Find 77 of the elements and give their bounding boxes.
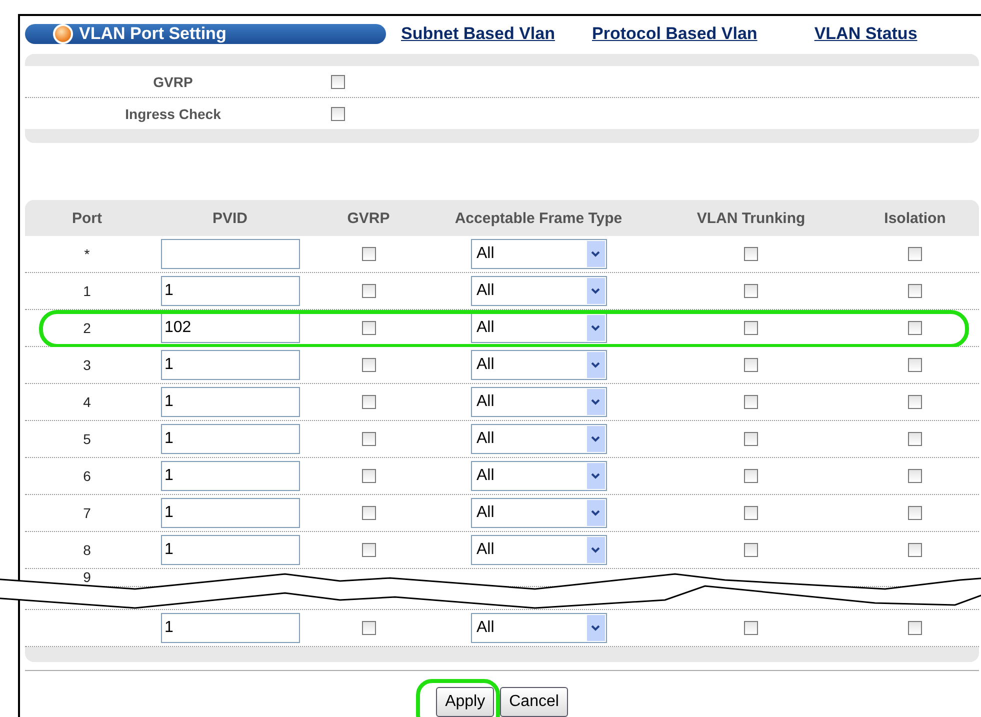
setting-label: GVRP (152, 74, 194, 90)
checkbox[interactable] (362, 247, 376, 261)
checkbox[interactable] (362, 469, 376, 483)
pvid-field[interactable]: 1 (160, 387, 300, 417)
frame-type-dropdown[interactable]: All (470, 424, 606, 454)
pvid-field[interactable]: 1 (160, 350, 300, 380)
frame-type-dropdown[interactable]: All (470, 498, 606, 528)
checkbox[interactable] (744, 543, 758, 557)
frame-type-dropdown[interactable]: All (470, 276, 606, 306)
checkbox[interactable] (908, 395, 922, 409)
port-number: 2 (83, 320, 91, 336)
checkbox[interactable] (908, 321, 922, 335)
column-header: GVRP (346, 210, 391, 226)
checkbox[interactable] (908, 284, 922, 298)
port-number: 9 (83, 569, 91, 585)
port-number: 5 (83, 431, 91, 447)
checkbox[interactable] (362, 358, 376, 372)
form-button[interactable]: Cancel (500, 687, 568, 717)
checkbox[interactable] (744, 469, 758, 483)
checkbox[interactable] (908, 621, 922, 635)
frame-type-dropdown[interactable]: All (470, 239, 606, 269)
column-header: VLAN Trunking (696, 210, 806, 226)
checkbox[interactable] (362, 321, 376, 335)
checkbox[interactable] (744, 358, 758, 372)
frame-type-dropdown[interactable]: All (470, 313, 606, 343)
form-button[interactable]: Apply (436, 687, 494, 717)
port-number: 8 (83, 542, 91, 558)
checkbox[interactable] (908, 432, 922, 446)
pvid-field[interactable]: 1 (160, 461, 300, 491)
frame-type-dropdown[interactable]: All (470, 387, 606, 417)
nav-link[interactable]: Subnet Based Vlan (401, 24, 555, 44)
checkbox[interactable] (362, 543, 376, 557)
checkbox[interactable] (362, 506, 376, 520)
pvid-field[interactable]: 1 (160, 613, 300, 643)
checkbox[interactable] (908, 358, 922, 372)
checkbox[interactable] (362, 621, 376, 635)
port-number: 6 (83, 468, 91, 484)
column-header: Acceptable Frame Type (454, 210, 624, 226)
setting-label: Ingress Check (124, 106, 222, 122)
orb-icon (53, 24, 73, 44)
frame-type-dropdown[interactable]: All (470, 461, 606, 491)
column-header: Port (71, 210, 103, 226)
nav-link[interactable]: Protocol Based Vlan (592, 24, 758, 44)
checkbox[interactable] (744, 395, 758, 409)
frame-type-dropdown[interactable]: All (470, 535, 606, 565)
frame-type-dropdown[interactable]: All (470, 350, 606, 380)
port-number: * (84, 246, 90, 262)
pvid-field[interactable]: 102 (160, 313, 300, 343)
port-number: 3 (83, 357, 91, 373)
checkbox[interactable] (908, 543, 922, 557)
port-number: 1 (83, 283, 91, 299)
checkbox[interactable] (362, 395, 376, 409)
checkbox[interactable] (744, 432, 758, 446)
pvid-field[interactable]: 1 (160, 535, 300, 565)
pvid-field[interactable]: 1 (160, 498, 300, 528)
frame-type-dropdown[interactable]: All (470, 613, 606, 643)
checkbox[interactable] (908, 506, 922, 520)
pvid-field[interactable] (160, 239, 300, 269)
column-header: Isolation (883, 210, 947, 226)
checkbox[interactable] (744, 247, 758, 261)
port-number: 7 (83, 505, 91, 521)
checkbox[interactable] (362, 284, 376, 298)
nav-link[interactable]: VLAN Status (814, 24, 918, 44)
pvid-field[interactable]: 1 (160, 276, 300, 306)
checkbox[interactable] (908, 247, 922, 261)
checkbox[interactable] (331, 106, 345, 120)
checkbox[interactable] (744, 284, 758, 298)
checkbox[interactable] (744, 321, 758, 335)
checkbox[interactable] (744, 506, 758, 520)
checkbox[interactable] (744, 621, 758, 635)
checkbox[interactable] (331, 74, 345, 88)
checkbox[interactable] (908, 469, 922, 483)
page-title: VLAN Port Setting (79, 24, 226, 44)
column-header: PVID (211, 210, 248, 226)
port-number: 4 (83, 394, 91, 410)
checkbox[interactable] (362, 432, 376, 446)
pvid-field[interactable]: 1 (160, 424, 300, 454)
